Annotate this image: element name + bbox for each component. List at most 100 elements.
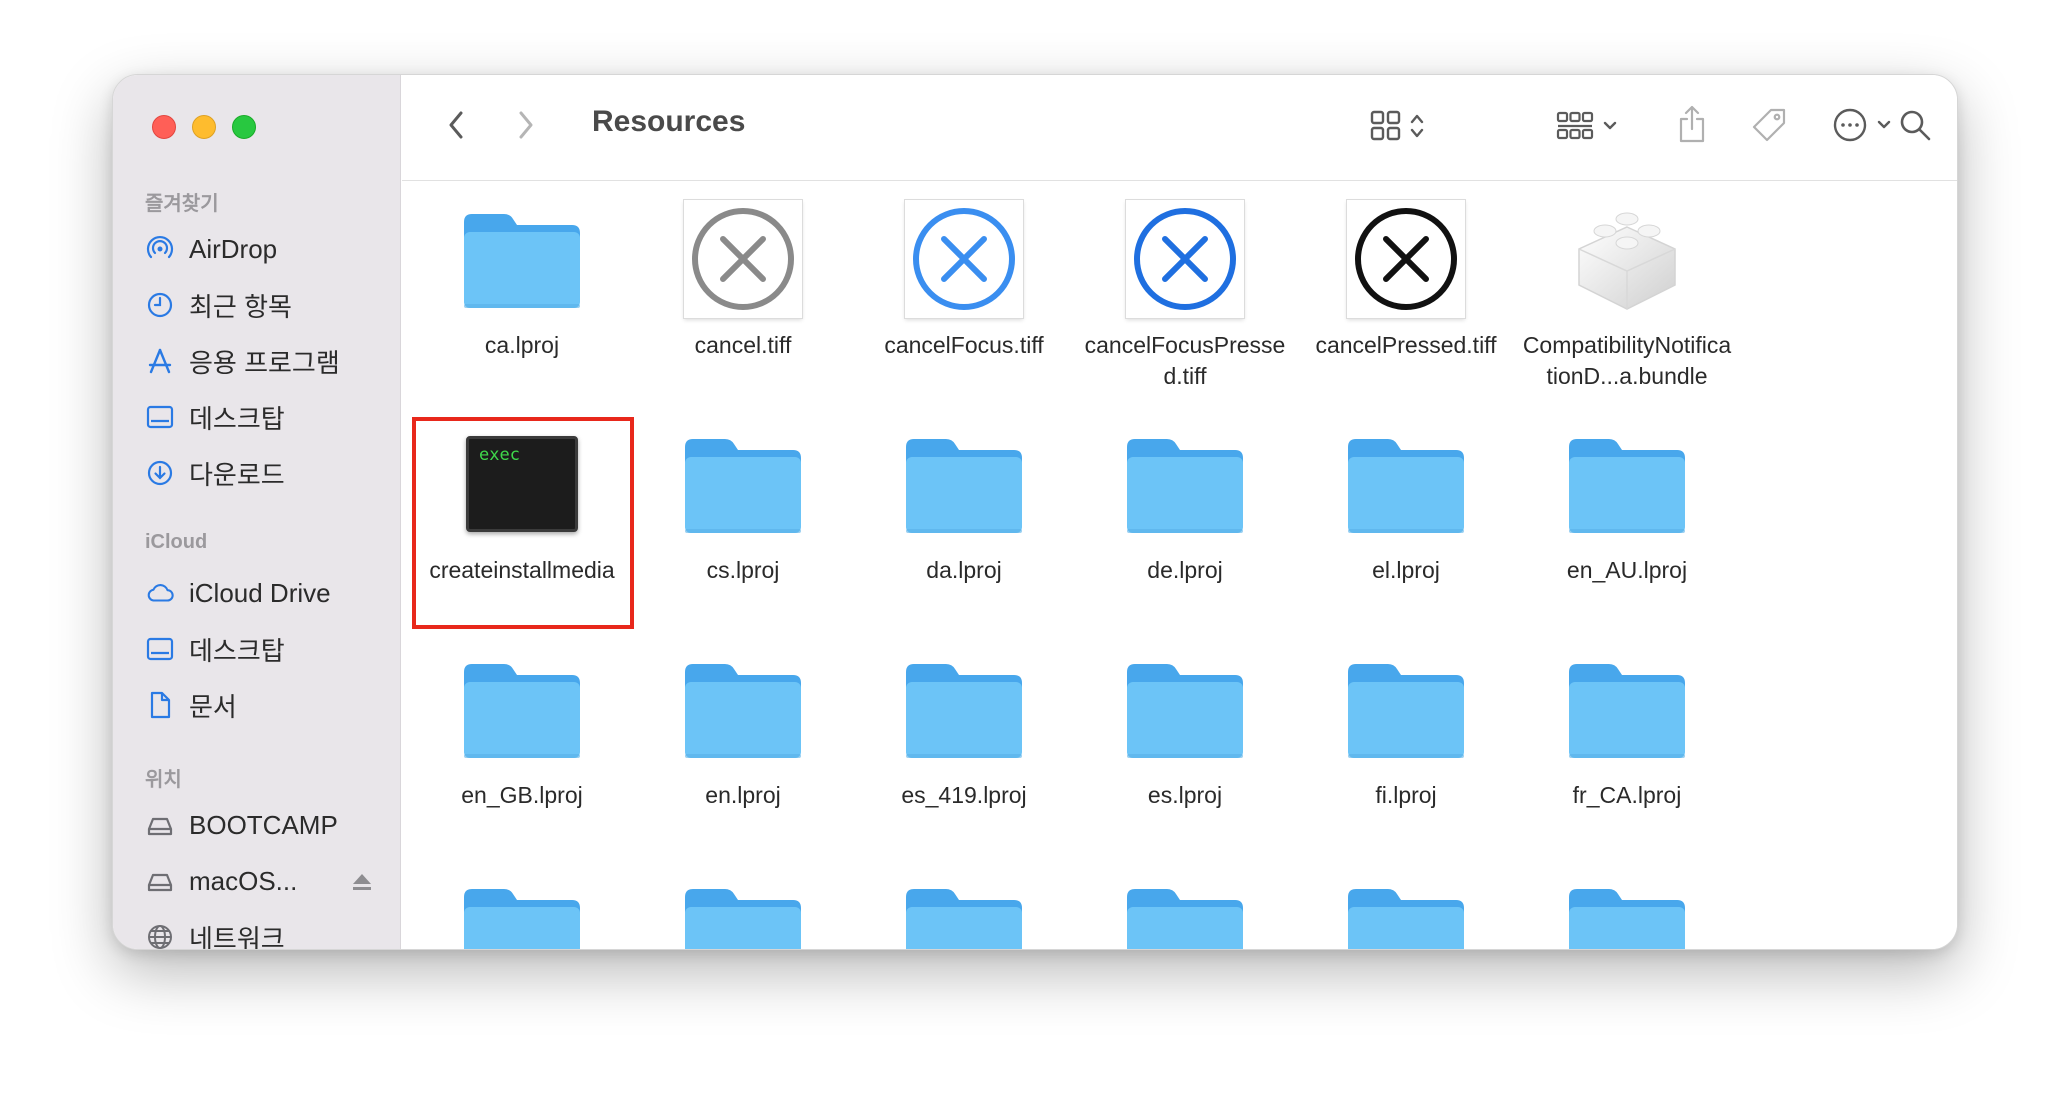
file-item[interactable]: da.lproj bbox=[854, 421, 1074, 586]
file-item[interactable]: cancel.tiff bbox=[633, 196, 853, 361]
file-name: en_GB.lproj bbox=[461, 782, 583, 808]
cloud-icon bbox=[145, 578, 175, 608]
folder-icon bbox=[457, 196, 587, 322]
search-icon bbox=[1898, 108, 1932, 147]
file-item[interactable]: fi.lproj bbox=[1296, 646, 1516, 811]
sidebar-item-label: iCloud Drive bbox=[189, 577, 331, 608]
sidebar: 즐겨찾기 AirDrop 최근 항목 응용 프로그램 데스크탑 다운로드 iCl… bbox=[113, 75, 401, 949]
file-item[interactable]: en.lproj bbox=[633, 646, 853, 811]
file-item[interactable]: en_GB.lproj bbox=[412, 646, 632, 811]
folder-icon bbox=[457, 871, 587, 949]
folder-icon bbox=[899, 421, 1029, 547]
chevron-right-icon bbox=[516, 109, 536, 146]
file-name: el.lproj bbox=[1372, 557, 1440, 583]
file-name: es_419.lproj bbox=[901, 782, 1027, 808]
sidebar-item-documents[interactable]: 문서 bbox=[145, 683, 385, 727]
toolbar: Resources bbox=[402, 75, 1957, 181]
sidebar-item-icloud-drive[interactable]: iCloud Drive bbox=[145, 571, 385, 615]
file-item[interactable] bbox=[1517, 871, 1737, 949]
sidebar-item-desktop[interactable]: 데스크탑 bbox=[145, 395, 385, 439]
sidebar-item-label: 다운로드 bbox=[189, 459, 285, 490]
file-item[interactable]: de.lproj bbox=[1075, 421, 1295, 586]
folder-icon bbox=[678, 421, 808, 547]
file-name: cancelFocusPressed.tiff bbox=[1084, 332, 1286, 389]
sidebar-item-airdrop[interactable]: AirDrop bbox=[145, 227, 385, 271]
eject-icon[interactable] bbox=[351, 869, 373, 900]
folder-icon bbox=[678, 646, 808, 772]
file-name: fr_CA.lproj bbox=[1572, 782, 1682, 808]
sidebar-item-label: 최근 항목 bbox=[189, 291, 292, 322]
sidebar-item-bootcamp[interactable]: BOOTCAMP bbox=[145, 803, 385, 847]
folder-icon bbox=[1562, 871, 1692, 949]
document-icon bbox=[145, 690, 175, 720]
sidebar-item-icloud-desktop[interactable]: 데스크탑 bbox=[145, 627, 385, 671]
image-file-icon bbox=[899, 196, 1029, 322]
download-icon bbox=[145, 458, 175, 488]
chevron-left-icon bbox=[446, 109, 466, 146]
sidebar-item-label: AirDrop bbox=[189, 233, 278, 264]
file-name: cancelFocus.tiff bbox=[884, 332, 1044, 358]
folder-icon bbox=[678, 871, 808, 949]
file-name: fi.lproj bbox=[1375, 782, 1437, 808]
file-item[interactable] bbox=[633, 871, 853, 949]
file-name: cs.lproj bbox=[706, 557, 780, 583]
folder-icon bbox=[899, 646, 1029, 772]
back-button[interactable] bbox=[436, 103, 476, 151]
chevron-down-icon bbox=[1602, 119, 1618, 137]
folder-icon bbox=[457, 646, 587, 772]
sidebar-section-favorites: 즐겨찾기 bbox=[145, 193, 219, 215]
folder-icon bbox=[1120, 421, 1250, 547]
file-name: cancelPressed.tiff bbox=[1315, 332, 1497, 358]
image-file-icon bbox=[1341, 196, 1471, 322]
sidebar-item-downloads[interactable]: 다운로드 bbox=[145, 451, 385, 495]
sidebar-section-icloud: iCloud bbox=[145, 531, 208, 553]
file-item[interactable] bbox=[1075, 871, 1295, 949]
file-item[interactable]: en_AU.lproj bbox=[1517, 421, 1737, 586]
file-item[interactable]: cancelFocusPressed.tiff bbox=[1075, 196, 1295, 392]
file-item[interactable]: el.lproj bbox=[1296, 421, 1516, 586]
sidebar-item-recents[interactable]: 최근 항목 bbox=[145, 283, 385, 327]
group-options-button[interactable] bbox=[1550, 105, 1624, 151]
file-item[interactable] bbox=[412, 871, 632, 949]
file-name: cancel.tiff bbox=[694, 332, 792, 358]
file-item[interactable]: cs.lproj bbox=[633, 421, 853, 586]
image-file-icon bbox=[678, 196, 808, 322]
file-item[interactable]: es_419.lproj bbox=[854, 646, 1074, 811]
sidebar-item-label: 데스크탑 bbox=[189, 403, 285, 434]
close-window-button[interactable] bbox=[152, 115, 176, 139]
minimize-window-button[interactable] bbox=[192, 115, 216, 139]
file-item[interactable] bbox=[1296, 871, 1516, 949]
group-view-icon bbox=[1556, 109, 1594, 148]
disk-icon bbox=[145, 810, 175, 840]
share-button[interactable] bbox=[1670, 101, 1714, 151]
sidebar-item-label: 데스크탑 bbox=[189, 635, 285, 666]
sidebar-item-macos[interactable]: macOS... bbox=[145, 859, 385, 903]
file-item[interactable]: cancelPressed.tiff bbox=[1296, 196, 1516, 361]
sidebar-item-label: 문서 bbox=[189, 691, 237, 722]
forward-button[interactable] bbox=[506, 103, 546, 151]
search-button[interactable] bbox=[1880, 101, 1950, 153]
file-item[interactable]: CompatibilityNotificationD...a.bundle bbox=[1517, 196, 1737, 392]
folder-icon bbox=[1341, 646, 1471, 772]
file-name: es.lproj bbox=[1147, 782, 1223, 808]
sidebar-item-network[interactable]: 네트워크 bbox=[145, 915, 385, 949]
file-item[interactable]: es.lproj bbox=[1075, 646, 1295, 811]
sidebar-item-label: BOOTCAMP bbox=[189, 809, 338, 840]
zoom-window-button[interactable] bbox=[232, 115, 256, 139]
airdrop-icon bbox=[145, 234, 175, 264]
applications-icon bbox=[145, 346, 175, 376]
file-item[interactable]: ca.lproj bbox=[412, 196, 632, 361]
file-item[interactable]: fr_CA.lproj bbox=[1517, 646, 1737, 811]
network-icon bbox=[145, 922, 175, 949]
finder-window: 즐겨찾기 AirDrop 최근 항목 응용 프로그램 데스크탑 다운로드 iCl… bbox=[112, 74, 1958, 950]
file-name: de.lproj bbox=[1147, 557, 1223, 583]
sidebar-item-applications[interactable]: 응용 프로그램 bbox=[145, 339, 385, 383]
file-item[interactable]: cancelFocus.tiff bbox=[854, 196, 1074, 361]
sidebar-item-label: macOS... bbox=[189, 865, 298, 896]
file-item[interactable] bbox=[854, 871, 1074, 949]
file-name: en.lproj bbox=[705, 782, 781, 808]
folder-icon bbox=[1120, 646, 1250, 772]
bundle-icon bbox=[1562, 196, 1692, 322]
view-options-button[interactable] bbox=[1362, 105, 1432, 151]
tag-button[interactable] bbox=[1746, 103, 1792, 151]
